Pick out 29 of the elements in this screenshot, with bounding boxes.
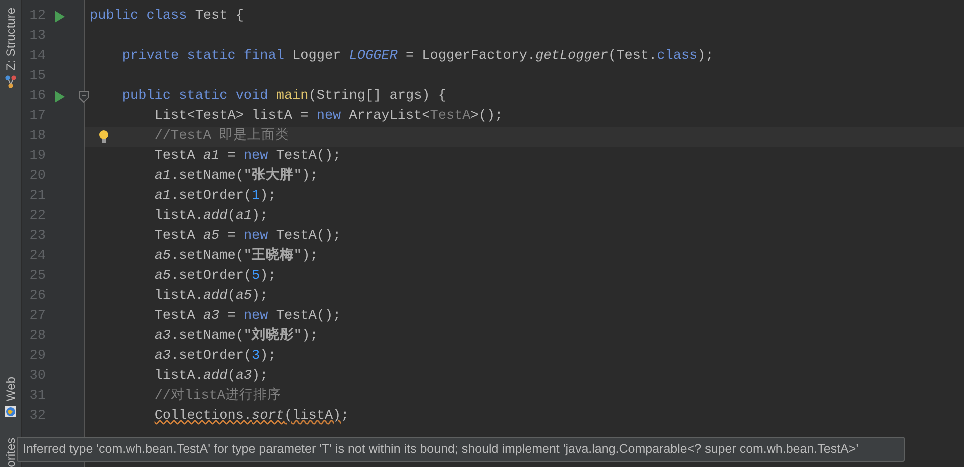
code-line: //对listA进行排序	[154, 386, 282, 406]
tooltip: Inferred type 'com.wh.bean.TestA' for type parameter 'T' is not within its bound; should implement 'java.lang.Comparable<? super com.wh.bean.TestA>'	[17, 437, 905, 462]
code-line: public class Test {	[90, 8, 244, 26]
globe-icon	[4, 406, 16, 418]
code-line: listA.add(a1);	[154, 208, 268, 226]
code-line: a3.setName("刘晓彤");	[154, 326, 318, 346]
code-line: Collections.sort(listA);	[154, 408, 350, 426]
fold-icon[interactable]	[79, 91, 89, 103]
web-tab[interactable]: Web	[2, 377, 20, 418]
code-line: TestA a1 = new TestA();	[154, 148, 342, 166]
code-line: a1.setName("张大胖");	[154, 166, 318, 186]
structure-tab[interactable]: Z: Structure	[2, 8, 20, 89]
code-line: a5.setName("王晓梅");	[154, 246, 318, 266]
structure-icon	[4, 74, 16, 89]
code-line: listA.add(a3);	[154, 368, 268, 386]
code-line: a5.setOrder(5);	[154, 268, 276, 286]
code-line: TestA a3 = new TestA();	[154, 308, 342, 326]
code-line: //TestA 即是上面类	[154, 126, 290, 146]
code-line: a1.setOrder(1);	[154, 188, 276, 206]
code-line: List<TestA> listA = new ArrayList<TestA>();	[154, 108, 504, 126]
lightbulb-icon[interactable]	[99, 130, 109, 144]
run-icon[interactable]	[55, 91, 65, 103]
code-line: listA.add(a5);	[154, 288, 268, 306]
code-line: public static void main(String[] args) {	[122, 88, 446, 106]
favorites-tab[interactable]: orites	[2, 438, 20, 467]
code-line: a3.setOrder(3);	[154, 348, 276, 366]
code-line: private static final Logger LOGGER = LoggerFactory.getLogger(Test.class);	[122, 48, 714, 66]
code-line: TestA a5 = new TestA();	[154, 228, 342, 246]
run-icon[interactable]	[55, 11, 65, 23]
